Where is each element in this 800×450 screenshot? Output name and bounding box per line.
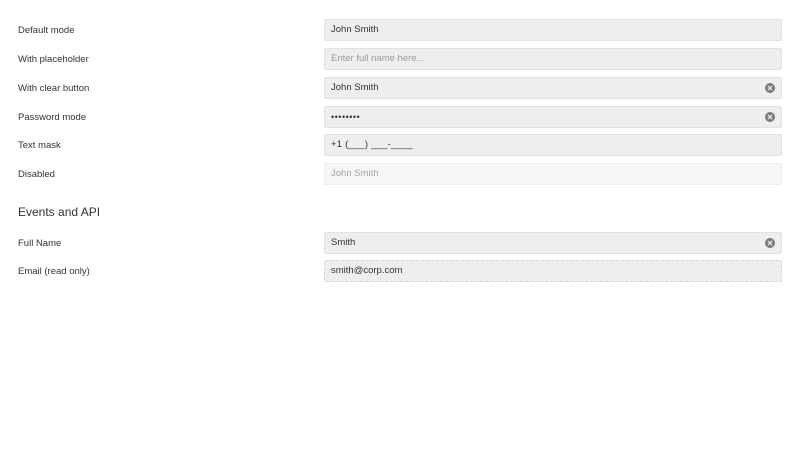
full-name-label: Full Name	[18, 238, 62, 249]
clear-icon[interactable]	[765, 83, 775, 93]
default-mode-label: Default mode	[18, 25, 75, 36]
with-placeholder-label: With placeholder	[18, 54, 89, 65]
with-clear-button-label: With clear button	[18, 83, 90, 94]
password-input[interactable]: ••••••••	[324, 106, 782, 128]
default-mode-value: John Smith	[331, 24, 379, 35]
full-name-value: Smith	[331, 237, 356, 248]
row-disabled: Disabled John Smith	[0, 163, 800, 186]
disabled-value: John Smith	[331, 168, 379, 179]
clearable-input[interactable]: John Smith	[324, 77, 782, 99]
clearable-value: John Smith	[331, 82, 379, 93]
disabled-label: Disabled	[18, 169, 55, 180]
placeholder-input[interactable]: Enter full name here...	[324, 48, 782, 70]
row-password-mode: Password mode ••••••••	[0, 106, 800, 129]
masked-input[interactable]: +1 (___) ___-____	[324, 134, 782, 156]
password-value: ••••••••	[331, 112, 361, 122]
clear-icon[interactable]	[765, 112, 775, 122]
email-value: smith@corp.com	[331, 265, 403, 276]
disabled-input: John Smith	[324, 163, 782, 185]
row-with-placeholder: With placeholder Enter full name here...	[0, 48, 800, 71]
row-with-clear-button: With clear button John Smith	[0, 77, 800, 100]
password-mode-label: Password mode	[18, 112, 87, 123]
full-name-input[interactable]: Smith	[324, 232, 782, 254]
row-text-mask: Text mask +1 (___) ___-____	[0, 134, 800, 157]
row-email: Email (read only) smith@corp.com	[0, 260, 800, 283]
events-and-api-heading: Events and API	[18, 205, 101, 219]
masked-value: +1 (___) ___-____	[331, 139, 413, 150]
email-label: Email (read only)	[18, 266, 90, 277]
placeholder-text: Enter full name here...	[331, 53, 425, 64]
text-mask-label: Text mask	[18, 140, 61, 151]
email-readonly-input[interactable]: smith@corp.com	[324, 260, 782, 282]
clear-icon[interactable]	[765, 238, 775, 248]
row-full-name: Full Name Smith	[0, 232, 800, 255]
default-mode-input[interactable]: John Smith	[324, 19, 782, 41]
row-default-mode: Default mode John Smith	[0, 19, 800, 42]
